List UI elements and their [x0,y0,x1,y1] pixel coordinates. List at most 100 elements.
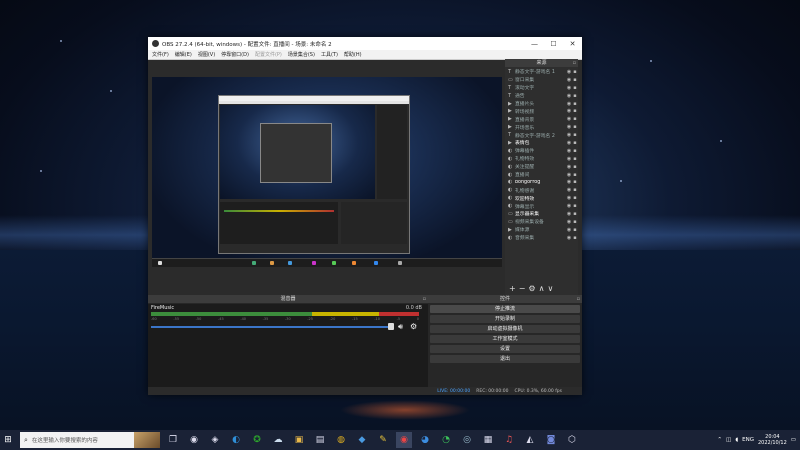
menu-docks[interactable]: 停靠窗口(D) [221,51,249,58]
add-source-button[interactable]: + [509,284,516,293]
source-properties-button[interactable]: ⚙ [528,284,535,293]
dock-float-icon[interactable]: ▫ [573,59,576,67]
menu-help[interactable]: 帮助(H) [344,51,362,58]
clock[interactable]: 20:04 2022/10/12 [758,434,787,446]
start-button[interactable]: ⊞ [0,430,16,450]
remove-source-button[interactable]: − [519,284,526,293]
minimize-button[interactable]: — [525,37,544,50]
explorer-icon[interactable]: ▤ [312,432,328,448]
volume-icon[interactable]: ◖ [735,437,738,443]
music-icon[interactable]: ♫ [501,432,517,448]
menu-view[interactable]: 视图(V) [198,51,215,58]
source-item[interactable]: ▶ 媒体源 ◉ ▪ [505,226,578,234]
network-icon[interactable]: ⬡ [564,432,580,448]
source-item[interactable]: ▭ 窗口采集 ◉ ▪ [505,76,578,84]
move-source-down-button[interactable]: ∨ [547,284,553,293]
menu-scene-collection[interactable]: 场景集合(S) [288,51,315,58]
files-icon[interactable]: ▣ [291,432,307,448]
source-item[interactable]: ◐ 音频采集 ◉ ▪ [505,234,578,242]
source-item[interactable]: ◐ 关注提醒 ◉ ▪ [505,163,578,171]
notes-icon[interactable]: ✎ [375,432,391,448]
wechat-icon[interactable]: ◔ [438,432,454,448]
lock-icon[interactable]: ▪ [572,69,578,75]
source-item[interactable]: T 静态文字-游戏名 1 ◉ ▪ [505,68,578,76]
bilibili-icon[interactable]: ▦ [480,432,496,448]
menu-tools[interactable]: 工具(T) [321,51,338,58]
lock-icon[interactable]: ▪ [572,227,578,233]
lock-icon[interactable]: ▪ [572,77,578,83]
network-icon[interactable]: ◫ [726,437,731,443]
discord-icon[interactable]: ◙ [543,432,559,448]
preview-canvas[interactable] [152,77,502,267]
studio-mode-button[interactable]: 工作室模式 [430,335,580,343]
lock-icon[interactable]: ▪ [572,140,578,146]
source-item[interactable]: T 通告 ◉ ▪ [505,92,578,100]
source-item[interactable]: ◐ 弹幕显示 ◉ ▪ [505,202,578,210]
source-item[interactable]: ▶ 开场音乐 ◉ ▪ [505,123,578,131]
source-item[interactable]: ▶ 直播背景 ◉ ▪ [505,115,578,123]
source-item[interactable]: T 静态文字-游戏名 2 ◉ ▪ [505,131,578,139]
lock-icon[interactable]: ▪ [572,101,578,107]
source-item[interactable]: ▶ 转场视频 ◉ ▪ [505,107,578,115]
store-icon[interactable]: ◆ [354,432,370,448]
chrome-icon[interactable]: ◍ [333,432,349,448]
lock-icon[interactable]: ▪ [572,124,578,130]
menu-file[interactable]: 文件(F) [152,51,169,58]
taskbar-search[interactable]: ⌕ 在这里输入你要搜索的内容 [20,432,160,448]
menu-profile[interactable]: 配置文件(P) [255,51,282,58]
lock-icon[interactable]: ▪ [572,132,578,138]
lock-icon[interactable]: ▪ [572,156,578,162]
lock-icon[interactable]: ▪ [572,179,578,185]
media-icon[interactable]: ◈ [207,432,223,448]
dock-float-icon[interactable]: ▫ [423,295,426,303]
lock-icon[interactable]: ▪ [572,172,578,178]
start-virtual-camera-button[interactable]: 启动虚拟摄像机 [430,325,580,333]
start-recording-button[interactable]: 开始录制 [430,315,580,323]
lock-icon[interactable]: ▪ [572,108,578,114]
stop-streaming-button[interactable]: 停止推流 [430,305,580,313]
source-item[interactable]: ◐ 礼物感谢 ◉ ▪ [505,186,578,194]
source-item[interactable]: T 滚动文字 ◉ ▪ [505,84,578,92]
cloud-icon[interactable]: ☁ [270,432,286,448]
settings-button[interactable]: 设置 [430,345,580,353]
edge-icon[interactable]: ◐ [228,432,244,448]
xbox-icon[interactable]: ✪ [249,432,265,448]
lock-icon[interactable]: ▪ [572,116,578,122]
notification-icon[interactable]: ▭ [791,437,796,443]
source-item[interactable]: ▶ 直播片头 ◉ ▪ [505,100,578,108]
dock-float-icon[interactable]: ▫ [577,295,580,303]
maximize-button[interactable]: ☐ [544,37,563,50]
obs-icon[interactable]: ◉ [186,432,202,448]
input-language[interactable]: ENG [742,437,754,443]
source-item[interactable]: ◐ 直播间 ◉ ▪ [505,171,578,179]
title-bar[interactable]: OBS 27.2.4 (64-bit, windows) - 配置文件: 直播间… [148,37,582,50]
tray-chevron-icon[interactable]: ⌃ [717,437,722,443]
volume-slider-handle[interactable] [388,323,394,330]
close-button[interactable]: ✕ [563,37,582,50]
lock-icon[interactable]: ▪ [572,235,578,241]
speaker-icon[interactable]: 🔊︎ [398,322,403,332]
source-item[interactable]: ▭ 显示器采集 ◉ ▪ [505,210,578,218]
source-item[interactable]: ◐ 礼物特效 ◉ ▪ [505,155,578,163]
source-item[interactable]: ▭ 视频采集设备 ◉ ▪ [505,218,578,226]
lock-icon[interactable]: ▪ [572,203,578,209]
gear-icon[interactable]: ⚙ [410,322,417,331]
move-source-up-button[interactable]: ∧ [539,284,545,293]
wechat-work-icon[interactable]: ◕ [417,432,433,448]
source-item[interactable]: ▶ 表情包 ◉ ▪ [505,139,578,147]
source-item[interactable]: ◐ 弹幕插件 ◉ ▪ [505,147,578,155]
lock-icon[interactable]: ▪ [572,211,578,217]
sources-list[interactable]: T 静态文字-游戏名 1 ◉ ▪ ▭ 窗口采集 ◉ ▪ T 滚动文字 ◉ ▪ T 通告 ◉ ▪ ▶ 直播片头 ◉ ▪ ▶… [505,68,578,278]
menu-edit[interactable]: 编辑(E) [175,51,192,58]
task-view-icon[interactable]: ❐ [165,432,181,448]
lock-icon[interactable]: ▪ [572,195,578,201]
app-icon[interactable]: ◭ [522,432,538,448]
source-item[interactable]: ◐ 欢迎特效 ◉ ▪ [505,194,578,202]
lock-icon[interactable]: ▪ [572,219,578,225]
volume-slider[interactable] [151,326,391,328]
lock-icon[interactable]: ▪ [572,85,578,91]
lock-icon[interactable]: ▪ [572,164,578,170]
source-item[interactable]: ◐ bongoFrog ◉ ▪ [505,178,578,186]
exit-button[interactable]: 退出 [430,355,580,363]
lock-icon[interactable]: ▪ [572,187,578,193]
